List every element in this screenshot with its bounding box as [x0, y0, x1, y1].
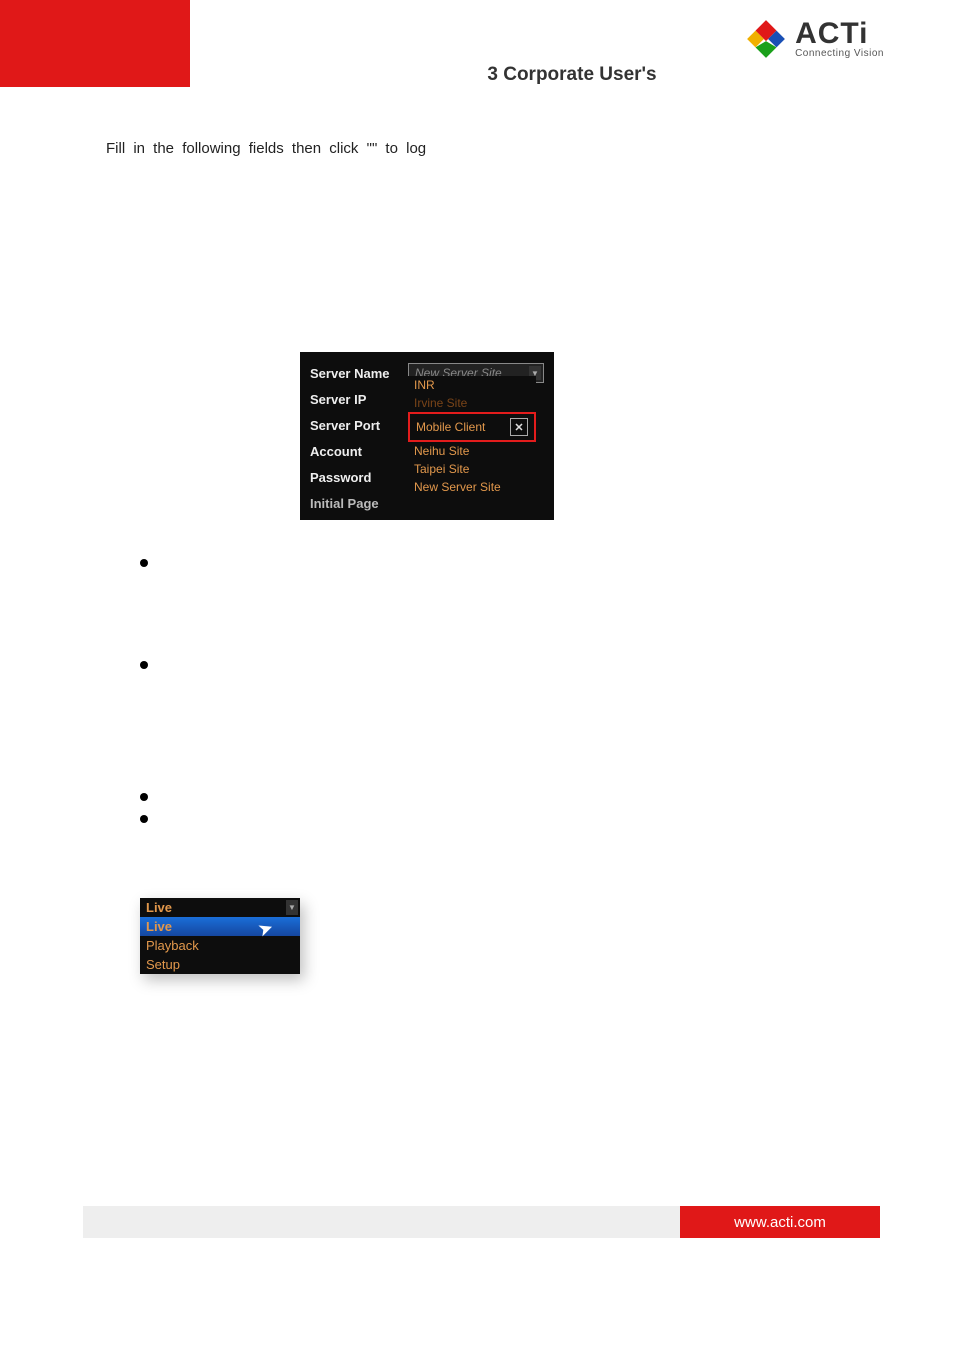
label-server-ip: Server IP [310, 392, 408, 407]
brand-tagline: Connecting Vision [795, 49, 884, 59]
dropdown-selected[interactable]: Live ▼ [140, 898, 300, 917]
brand-name: ACTi [795, 19, 884, 49]
bullet-dot-icon [140, 815, 148, 823]
intro-post: " to log [372, 140, 426, 157]
list-item[interactable]: Neihu Site [408, 442, 536, 460]
list-item[interactable]: Irvine Site [408, 394, 536, 412]
brand-logo: ACTi Connecting Vision [745, 18, 884, 60]
bullet-dot-icon [140, 793, 148, 801]
list-item-selected[interactable]: Mobile Client ✕ [408, 412, 536, 442]
page-footer: www.acti.com [83, 1206, 880, 1238]
intro-line: Fill in the following fields then click … [106, 140, 874, 157]
dropdown-item[interactable]: Setup [140, 955, 300, 974]
dropdown-item[interactable]: Playback [140, 936, 300, 955]
intro-pre: Fill in the following fields then click … [106, 140, 372, 157]
list-item [140, 657, 874, 669]
chapter-title: 3 Corporate User's [190, 64, 954, 86]
footer-url: www.acti.com [680, 1206, 880, 1238]
label-initial-page: Initial Page [310, 496, 408, 511]
red-corner-decor [0, 0, 190, 87]
list-item [140, 555, 874, 567]
list-item[interactable]: New Server Site [408, 478, 536, 496]
bullet-dot-icon [140, 559, 148, 567]
header-band: 3 Corporate User's [190, 64, 954, 86]
server-name-list: INR Irvine Site Mobile Client ✕ Neihu Si… [408, 376, 536, 496]
label-account: Account [310, 444, 408, 459]
label-password: Password [310, 470, 408, 485]
bullet-dot-icon [140, 661, 148, 669]
dropdown-selected-label: Live [146, 900, 172, 915]
chevron-down-icon[interactable]: ▼ [286, 900, 298, 915]
acti-swirl-icon [745, 18, 787, 60]
content-area: Fill in the following fields then click … [106, 140, 874, 157]
dropdown-item-label: Live [146, 919, 172, 934]
server-login-panel: Server Name New Server Site ▼ Server IP … [300, 352, 554, 520]
list-item[interactable]: INR [408, 376, 536, 394]
list-item [140, 789, 874, 801]
label-server-port: Server Port [310, 418, 408, 433]
list-item [140, 811, 874, 823]
delete-icon[interactable]: ✕ [510, 418, 528, 436]
list-item[interactable]: Taipei Site [408, 460, 536, 478]
label-server-name: Server Name [310, 366, 408, 381]
dropdown-item-highlight[interactable]: Live ➤ [140, 917, 300, 936]
bullet-list [140, 555, 874, 871]
list-item-label: Mobile Client [416, 420, 485, 434]
initial-page-dropdown[interactable]: Live ▼ Live ➤ Playback Setup [140, 898, 300, 974]
